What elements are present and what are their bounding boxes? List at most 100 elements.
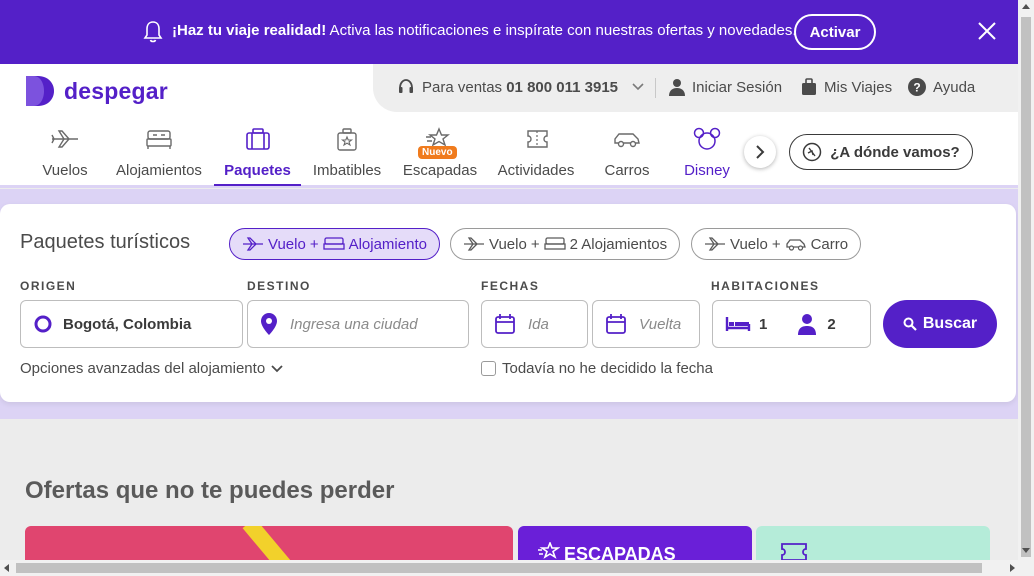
- svg-text:?: ?: [913, 81, 920, 95]
- tab-paquetes[interactable]: Paquetes: [214, 124, 301, 186]
- vuelta-placeholder: Vuelta: [639, 315, 682, 333]
- calendar-icon: [606, 314, 626, 334]
- plane-icon: [705, 237, 725, 251]
- scroll-left-arrow-icon[interactable]: [4, 564, 9, 572]
- person-icon: [798, 314, 817, 335]
- rooms-count: 1: [759, 315, 768, 333]
- help-link[interactable]: ? Ayuda: [908, 78, 975, 96]
- scrollbar-thumb[interactable]: [1021, 17, 1031, 557]
- return-date-field[interactable]: Vuelta: [592, 300, 700, 348]
- option-part2: 2 Alojamientos: [569, 235, 668, 253]
- tab-label: Actividades: [497, 162, 575, 179]
- horizontal-scrollbar[interactable]: [0, 560, 1034, 576]
- tab-imbatibles[interactable]: Imbatibles: [312, 124, 382, 186]
- my-trips-link[interactable]: Mis Viajes: [801, 78, 892, 96]
- advanced-options-toggle[interactable]: Opciones avanzadas del alojamiento: [20, 360, 283, 377]
- offer-card-title: ESCAPADAS: [564, 544, 676, 560]
- luggage-stars-icon: [337, 128, 357, 151]
- tab-actividades[interactable]: Actividades: [496, 124, 576, 186]
- suitcase-icon: [802, 78, 816, 95]
- banner-message: ¡Haz tu viaje realidad! Activa las notif…: [172, 22, 797, 39]
- offers-title: Ofertas que no te puedes perder: [25, 477, 395, 504]
- headset-icon: [399, 79, 413, 93]
- sales-phone[interactable]: Para ventas 01 800 011 3915: [397, 78, 651, 96]
- plus-sign: +: [309, 235, 319, 253]
- bell-icon: [143, 21, 163, 43]
- login-label: Iniciar Sesión: [692, 78, 783, 96]
- ticket-icon: [527, 130, 548, 148]
- nav-next-button[interactable]: [744, 136, 776, 168]
- dates-label: FECHAS: [481, 279, 540, 293]
- car-icon: [785, 239, 806, 251]
- option-vuelo-carro[interactable]: Vuelo + Carro: [691, 228, 862, 260]
- advanced-options-label: Opciones avanzadas del alojamiento: [20, 360, 266, 377]
- ida-placeholder: Ida: [528, 315, 549, 333]
- where-to-button[interactable]: ¿A dónde vamos?: [789, 134, 973, 170]
- search-button[interactable]: Buscar: [883, 300, 997, 348]
- banner-bold-text: ¡Haz tu viaje realidad!: [172, 22, 327, 39]
- car-icon: [614, 133, 640, 148]
- origin-field[interactable]: Bogotá, Colombia: [20, 300, 243, 348]
- scroll-down-arrow-icon[interactable]: [1022, 548, 1030, 553]
- destination-label: DESTINO: [247, 279, 311, 293]
- offer-card[interactable]: [756, 526, 990, 560]
- tab-label: Escapadas: [402, 162, 478, 179]
- chevron-down-icon: [271, 364, 283, 372]
- search-panel: Paquetes turísticos Vuelo + Alojamiento V…: [0, 204, 1016, 402]
- calendar-icon: [495, 314, 515, 334]
- close-icon[interactable]: [976, 20, 998, 42]
- tab-carros[interactable]: Carros: [598, 124, 656, 186]
- checkbox-box[interactable]: [481, 361, 496, 376]
- sales-number: 01 800 011 3915: [506, 78, 619, 96]
- scroll-up-arrow-icon[interactable]: [1022, 4, 1030, 9]
- sales-prefix: Para ventas: [422, 78, 503, 96]
- escapadas-icon: [538, 542, 560, 559]
- help-icon: ?: [908, 78, 926, 96]
- logo[interactable]: despegar: [24, 74, 168, 108]
- option-part1: Vuelo: [489, 235, 527, 253]
- ticket-icon: [781, 543, 807, 560]
- option-vuelo-2-alojamientos[interactable]: Vuelo + 2 Alojamientos: [450, 228, 681, 260]
- search-icon: [903, 317, 917, 331]
- decorative-stripe: [242, 526, 294, 560]
- scroll-right-arrow-icon[interactable]: [1010, 564, 1015, 572]
- compass-icon: [803, 142, 822, 162]
- chevron-down-icon: [632, 83, 644, 91]
- destination-field[interactable]: Ingresa una ciudad: [247, 300, 469, 348]
- offer-card[interactable]: [25, 526, 513, 560]
- tab-label: Imbatibles: [312, 162, 382, 179]
- tab-vuelos[interactable]: Vuelos: [30, 124, 100, 186]
- vertical-scrollbar[interactable]: [1018, 0, 1034, 560]
- active-tab-indicator: [214, 184, 301, 186]
- login-link[interactable]: Iniciar Sesión: [669, 78, 782, 96]
- origin-circle-icon: [34, 315, 52, 333]
- top-utility-bar: Para ventas 01 800 011 3915 Iniciar Sesi…: [373, 64, 1018, 112]
- departure-date-field[interactable]: Ida: [481, 300, 588, 348]
- suitcase-icon: [245, 128, 270, 150]
- bed-icon: [543, 237, 566, 250]
- no-date-checkbox[interactable]: Todavía no he decidido la fecha: [481, 360, 713, 377]
- logo-text: despegar: [64, 77, 168, 104]
- origin-label: ORIGEN: [20, 279, 77, 293]
- rooms-field[interactable]: 1 2: [712, 300, 871, 348]
- offer-card-escapadas[interactable]: ESCAPADAS: [518, 526, 752, 560]
- rooms-label: HABITACIONES: [711, 279, 820, 293]
- people-count: 2: [827, 315, 836, 333]
- my-trips-label: Mis Viajes: [824, 78, 893, 96]
- plane-icon: [51, 130, 78, 148]
- help-label: Ayuda: [933, 78, 976, 96]
- bed-icon: [725, 317, 751, 331]
- where-to-label: ¿A dónde vamos?: [830, 143, 960, 161]
- activate-button[interactable]: Activar: [794, 14, 876, 50]
- tab-alojamientos[interactable]: Alojamientos: [114, 124, 204, 186]
- mickey-icon: [693, 127, 721, 150]
- tab-disney[interactable]: Disney: [680, 124, 734, 186]
- scrollbar-thumb[interactable]: [16, 563, 982, 573]
- option-vuelo-alojamiento[interactable]: Vuelo + Alojamiento: [229, 228, 440, 260]
- option-part1: Vuelo: [268, 235, 306, 253]
- plus-sign: +: [530, 235, 540, 253]
- destination-placeholder: Ingresa una ciudad: [290, 315, 418, 333]
- location-pin-icon: [261, 313, 277, 335]
- option-part2: Alojamiento: [348, 235, 427, 253]
- tab-escapadas[interactable]: Nuevo Escapadas: [402, 124, 478, 186]
